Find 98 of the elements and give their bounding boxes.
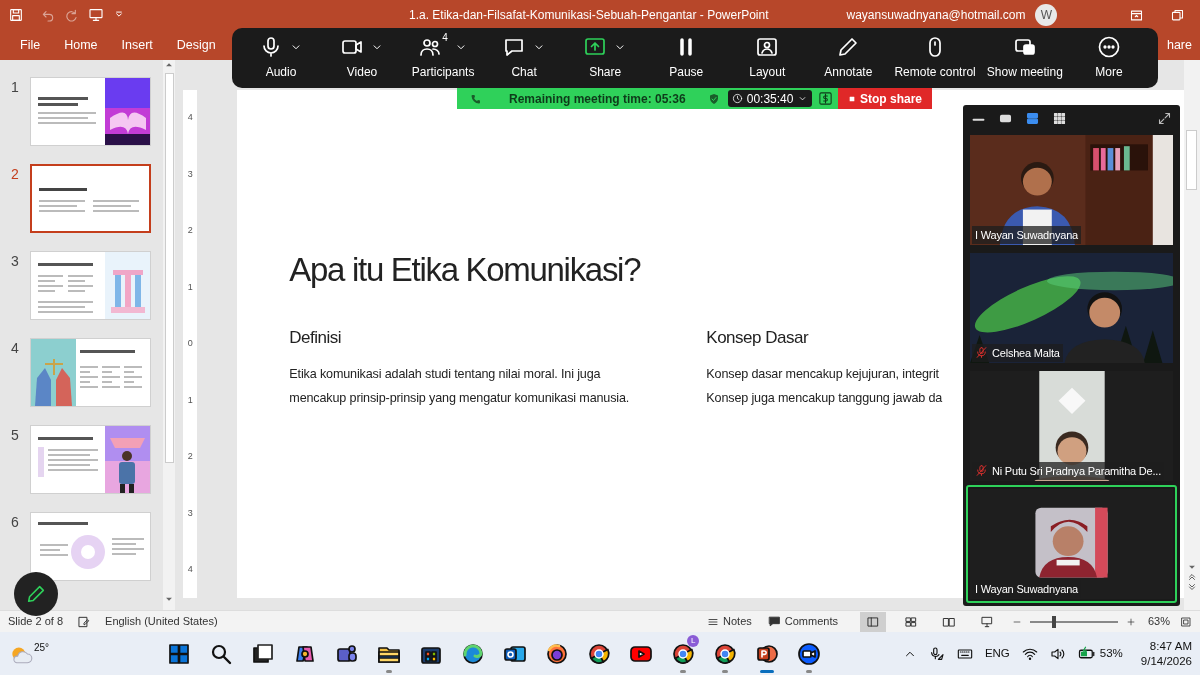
remaining-time: Remaining meeting time: 05:36 <box>509 90 686 108</box>
view-icon <box>903 614 918 629</box>
strip-view-icon[interactable] <box>1025 110 1040 126</box>
ruler-number: 1 <box>187 393 193 407</box>
participant-name: Celshea Malta <box>992 345 1060 361</box>
participant-name: I Wayan Suwadnyana <box>975 227 1078 243</box>
column-heading: Definisi <box>289 327 343 348</box>
body-text-line: Etika komunikasi adalah studi tentang nilai moral. Ini juga <box>289 366 602 383</box>
pencil-icon <box>25 583 47 605</box>
view-icon <box>979 614 994 629</box>
scrollbar-thumb[interactable] <box>1186 130 1198 190</box>
toolbar-button[interactable]: Show meeting <box>986 35 1063 81</box>
slide-counter: Slide 2 of 8 <box>8 614 64 630</box>
stop-icon <box>848 94 856 103</box>
previous-slide-icon[interactable] <box>1186 572 1197 582</box>
save-icon[interactable] <box>8 7 24 23</box>
slide-number: 6 <box>10 513 20 532</box>
slide-number: 5 <box>10 426 20 445</box>
toolbar-button[interactable]: Chat <box>489 35 560 81</box>
image-frame-icon <box>755 35 780 59</box>
wave-logo-icon[interactable] <box>461 641 486 666</box>
comments-button[interactable]: Comments <box>767 613 838 630</box>
ruler-number: 3 <box>187 506 193 520</box>
comment-icon <box>767 615 781 628</box>
participant-name: Ni Putu Sri Pradnya Paramitha De... <box>992 463 1162 479</box>
grid-logo-icon[interactable] <box>167 641 192 666</box>
ruler-number: 0 <box>187 337 193 351</box>
zoom-percent[interactable]: 63% <box>1147 613 1170 630</box>
fit-slide-icon[interactable] <box>1180 615 1192 628</box>
slide-number: 1 <box>10 78 20 97</box>
ruler-number: 4 <box>187 111 193 125</box>
slide-title: Apa itu Etika Komunikasi? <box>289 250 642 290</box>
fox-logo-icon[interactable] <box>545 641 570 666</box>
toolbar-button[interactable]: Pause <box>651 35 722 81</box>
round-logo-icon[interactable] <box>713 641 738 666</box>
clock-date[interactable]: 9/14/2026 <box>1140 653 1192 668</box>
expand-icon[interactable] <box>1157 110 1172 126</box>
weather-widget[interactable]: 25° <box>8 640 50 667</box>
slider-thumb[interactable] <box>1051 615 1056 628</box>
round-logo-icon[interactable] <box>671 641 696 666</box>
toolbar-button[interactable]: More <box>1073 35 1144 81</box>
battery-indicator[interactable]: 53% <box>1077 644 1123 663</box>
task-view-icon[interactable] <box>251 641 276 666</box>
participant-name: I Wayan Suwadnyana <box>975 581 1078 597</box>
ruler-number: 2 <box>187 450 193 464</box>
ruler-number: 1 <box>187 280 193 294</box>
clock-time[interactable]: 8:47 AM <box>1149 639 1192 654</box>
input-language[interactable]: ENG <box>984 644 1010 663</box>
ribbon-tab[interactable]: Home <box>52 35 110 55</box>
timer-dropdown[interactable]: 00:35:40 <box>727 90 813 107</box>
toolbar-button[interactable]: Share <box>570 35 641 81</box>
body-text-line: mencakup prinsip-prinsip yang mengatur komunikasi manusia. <box>289 390 631 407</box>
mic-location-icon[interactable] <box>928 645 945 662</box>
ribbon-display-icon[interactable] <box>1129 7 1145 23</box>
slide-number: 4 <box>10 339 20 358</box>
account-email: wayansuwadnyana@hotmail.com <box>846 7 1026 24</box>
view-icon <box>865 614 880 629</box>
toolbar-button[interactable]: Video <box>327 35 398 81</box>
toolbar-button[interactable]: Audio <box>246 35 316 81</box>
avatar[interactable]: W <box>1035 4 1058 26</box>
ribbon-tab[interactable]: Design <box>164 35 228 55</box>
ribbon-tab[interactable]: Insert <box>109 35 165 55</box>
document-title: 1.a. Etika-dan-Filsafat-Komunikasi-Sebuah-Pengantar - PowerPoint <box>409 7 769 24</box>
slide-number: 2 <box>10 165 20 184</box>
clock-icon <box>731 93 743 104</box>
ruler-number: 4 <box>187 562 193 576</box>
phone-icon <box>470 92 482 105</box>
body-text-line: Konsep juga mencakup tanggung jawab da <box>706 390 943 407</box>
column-heading: Konsep Dasar <box>706 327 810 348</box>
round-logo-icon[interactable] <box>587 641 612 666</box>
profile-badge: L <box>687 634 700 647</box>
dollar-icon[interactable] <box>818 91 834 106</box>
toolbar-button[interactable]: Remote control <box>894 35 976 81</box>
participant-count: 4 <box>442 33 448 43</box>
notes-button[interactable]: Notes <box>707 613 752 630</box>
language-indicator[interactable]: English (United States) <box>105 613 218 630</box>
toolbar-button[interactable]: Annotate <box>813 35 884 81</box>
ribbon-tab[interactable]: File <box>8 35 53 55</box>
ruler-number: 2 <box>187 224 193 238</box>
presentation-icon[interactable] <box>88 7 104 23</box>
temperature: 25° <box>34 641 50 655</box>
grid-view-icon[interactable] <box>1052 110 1067 126</box>
body-text-line: Konsep dasar mencakup kejujuran, integrit <box>706 366 940 383</box>
scrollbar-thumb[interactable] <box>164 73 174 463</box>
shield-icon <box>707 92 720 105</box>
next-slide-icon[interactable] <box>1186 582 1197 592</box>
zoom-in-icon[interactable] <box>1125 616 1136 627</box>
camera-logo-icon[interactable] <box>797 641 822 666</box>
more-icon <box>1096 35 1121 59</box>
toolbar-button[interactable]: Layout <box>732 35 803 81</box>
restore-icon[interactable] <box>1170 7 1186 23</box>
ruler-number: 3 <box>187 167 193 181</box>
spellcheck-icon[interactable] <box>77 614 92 629</box>
ribbon-button[interactable]: hare <box>1166 35 1192 55</box>
view-button[interactable] <box>859 611 886 632</box>
stop-share-button[interactable]: Stop share <box>838 88 932 109</box>
toolbar-button[interactable]: 4 Participants <box>408 35 479 81</box>
slide-number: 3 <box>10 252 20 271</box>
